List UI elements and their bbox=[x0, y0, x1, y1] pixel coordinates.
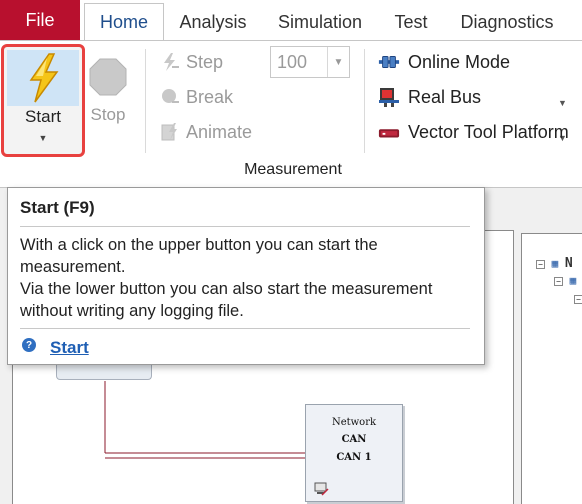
real-bus-label: Real Bus bbox=[408, 86, 482, 107]
vector-tool-platform-button[interactable]: Vector Tool Platform bbox=[378, 119, 569, 145]
start-tooltip: Start (F9) With a click on the upper but… bbox=[7, 187, 485, 365]
tooltip-title: Start (F9) bbox=[20, 198, 95, 217]
tooltip-divider bbox=[20, 226, 470, 227]
animate-label: Animate bbox=[186, 121, 253, 142]
ribbon-separator bbox=[145, 49, 146, 153]
start-button[interactable]: Start ▼ bbox=[1, 44, 85, 157]
ribbon-group-label: Measurement bbox=[244, 161, 342, 178]
ribbon-home: Start ▼ Stop Step Break Animate 100 ▼ On… bbox=[0, 40, 582, 186]
online-mode-label: Online Mode bbox=[408, 51, 511, 72]
break-button[interactable]: Break bbox=[160, 85, 233, 109]
tooltip-help-link[interactable]: Start bbox=[50, 338, 89, 358]
tree-node-icon: ▦ bbox=[569, 274, 577, 287]
online-mode-icon bbox=[378, 51, 400, 73]
stop-button[interactable]: Stop bbox=[86, 51, 130, 151]
real-bus-icon bbox=[378, 86, 400, 108]
chevron-down-icon[interactable]: ▼ bbox=[327, 47, 349, 77]
tree-root-label: N bbox=[564, 256, 573, 271]
tree-row[interactable]: − bbox=[574, 292, 582, 305]
tree-network-icon: ▦ bbox=[551, 257, 559, 270]
animation-speed-combo[interactable]: 100 ▼ bbox=[270, 46, 350, 78]
tab-analysis[interactable]: Analysis bbox=[168, 4, 258, 40]
tree-row[interactable]: − ▦ bbox=[554, 274, 576, 287]
tab-simulation[interactable]: Simulation bbox=[264, 4, 376, 40]
network-node-channel: CAN 1 bbox=[336, 452, 372, 463]
step-label: Step bbox=[186, 51, 224, 72]
start-button-label: Start bbox=[25, 107, 61, 126]
animation-speed-value: 100 bbox=[277, 52, 308, 72]
lightning-icon bbox=[29, 53, 59, 103]
network-node-title: Network bbox=[331, 417, 377, 428]
online-mode-button[interactable]: Online Mode bbox=[378, 49, 510, 75]
start-lower-dropdown[interactable]: ▼ bbox=[4, 133, 82, 143]
ribbon-separator bbox=[364, 49, 365, 153]
stop-button-label: Stop bbox=[90, 105, 126, 124]
tooltip-body: With a click on the upper button you can… bbox=[20, 234, 480, 322]
network-icon bbox=[314, 482, 329, 496]
tree-row[interactable]: − ▦ N bbox=[536, 256, 573, 271]
help-icon: ? bbox=[22, 338, 36, 352]
network-node[interactable]: Network CAN CAN 1 bbox=[305, 404, 403, 502]
animate-button[interactable]: Animate bbox=[160, 120, 252, 144]
stop-icon bbox=[89, 58, 127, 96]
break-label: Break bbox=[186, 86, 234, 107]
online-mode-dropdown[interactable]: ▼ bbox=[558, 98, 567, 108]
tab-file[interactable]: File bbox=[0, 0, 80, 40]
vector-tool-platform-label: Vector Tool Platform bbox=[408, 121, 569, 142]
tooltip-line-1: With a click on the upper button you can… bbox=[20, 236, 378, 276]
step-button[interactable]: Step bbox=[160, 50, 223, 74]
ribbon-tab-bar: File Home Analysis Simulation Test Diagn… bbox=[0, 0, 582, 41]
network-node-type: CAN bbox=[341, 434, 367, 445]
tab-diagnostics[interactable]: Diagnostics bbox=[446, 4, 568, 40]
vector-tool-platform-icon bbox=[378, 121, 400, 143]
start-upper-button[interactable] bbox=[7, 50, 79, 106]
animate-icon bbox=[160, 122, 180, 142]
tab-home[interactable]: Home bbox=[84, 3, 164, 41]
network-tree-pane: − ▦ N − ▦ − bbox=[521, 233, 582, 504]
tooltip-line-2: Via the lower button you can also start … bbox=[20, 280, 433, 320]
tab-test[interactable]: Test bbox=[382, 4, 440, 40]
break-icon bbox=[160, 87, 180, 107]
tooltip-divider bbox=[20, 328, 470, 329]
real-bus-button[interactable]: Real Bus bbox=[378, 84, 481, 110]
step-icon bbox=[160, 52, 180, 72]
